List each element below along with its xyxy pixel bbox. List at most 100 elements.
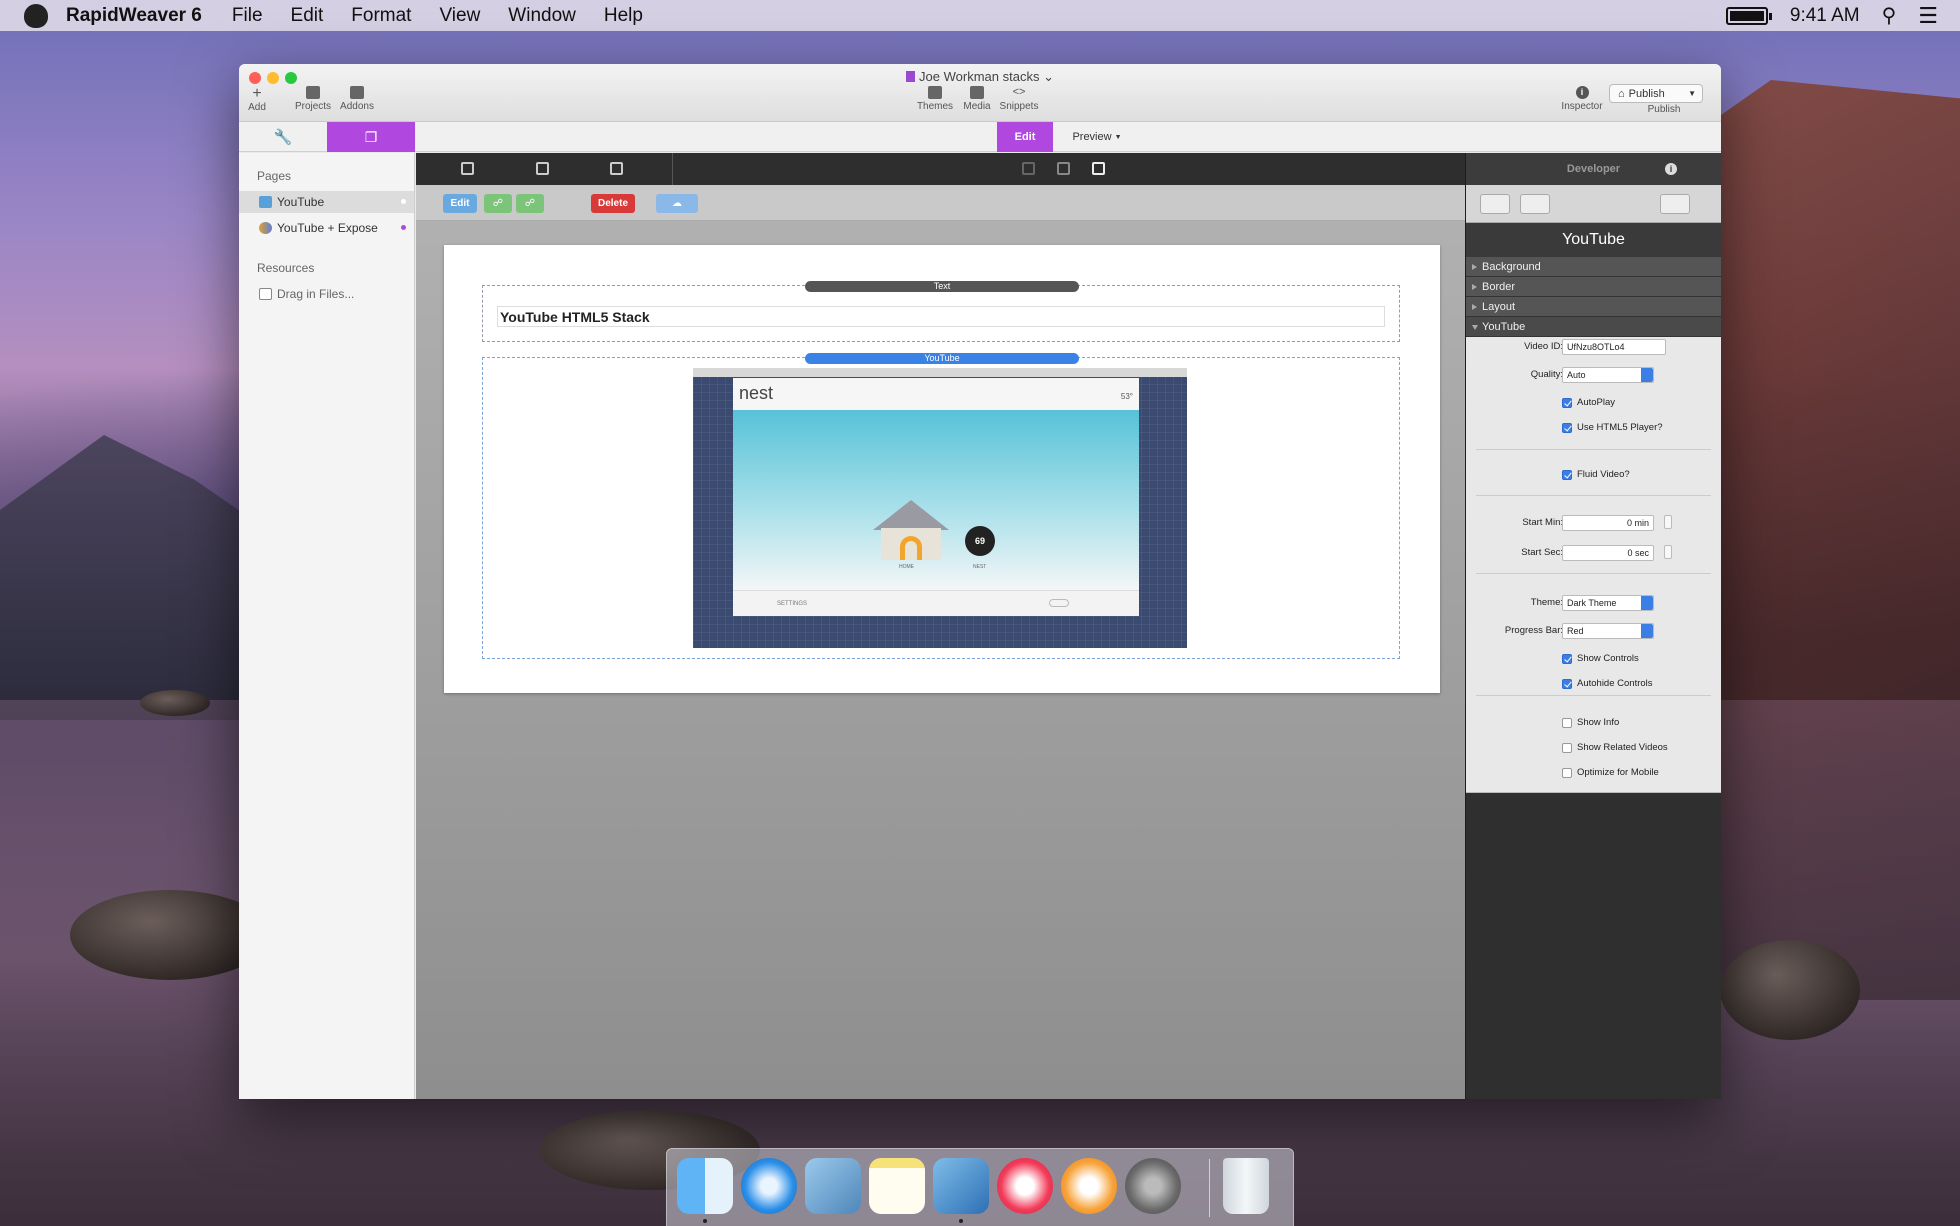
drag-in-files-item[interactable]: Drag in Files...	[239, 283, 414, 305]
add-button[interactable]: + Add	[239, 85, 281, 114]
sidebar-item-youtube[interactable]: YouTube	[239, 191, 414, 213]
menubar-clock[interactable]: 9:41 AM	[1790, 5, 1860, 27]
templates-icon[interactable]	[536, 162, 549, 175]
plus-icon: +	[252, 85, 262, 102]
show-related-row: Show Related Videos	[1466, 738, 1721, 758]
app-menu[interactable]: RapidWeaver 6	[66, 5, 202, 27]
desktop-view-icon[interactable]	[1092, 162, 1105, 175]
publish-label: Publish	[1647, 104, 1681, 115]
edit-stack-button[interactable]: Edit	[443, 194, 477, 213]
show-controls-checkbox[interactable]: Show Controls	[1562, 653, 1639, 664]
download-icon[interactable]	[1660, 194, 1690, 214]
theme-select[interactable]: Dark Theme	[1562, 595, 1654, 611]
stacks-action-bar: Edit ☍ ☍ Delete ☁	[416, 185, 1465, 221]
section-background[interactable]: Background	[1466, 257, 1721, 277]
tablet-view-icon[interactable]	[1057, 162, 1070, 175]
start-sec-stepper[interactable]	[1664, 545, 1672, 559]
page-icon	[259, 196, 272, 208]
menu-edit[interactable]: Edit	[291, 5, 324, 27]
pages-sidebar: Pages YouTube YouTube + Expose Resources…	[239, 153, 415, 1099]
safari-icon[interactable]	[741, 1158, 797, 1214]
divider	[672, 153, 673, 185]
select-arrow-icon	[1641, 624, 1653, 638]
menu-view[interactable]: View	[439, 5, 480, 27]
notification-center-icon[interactable]: ☰	[1918, 3, 1938, 29]
media-button[interactable]: Media	[953, 86, 1001, 112]
house-icon	[873, 500, 949, 560]
html5-player-checkbox[interactable]: Use HTML5 Player?	[1562, 422, 1663, 433]
page-canvas: Text YouTube HTML5 Stack YouTube nest 53…	[444, 245, 1440, 693]
edit-tab[interactable]: Edit	[997, 122, 1053, 152]
autoplay-checkbox[interactable]: AutoPlay	[1562, 397, 1615, 408]
finder-icon[interactable]	[677, 1158, 733, 1214]
unlink-icon[interactable]: ☍	[516, 194, 544, 213]
mail-icon[interactable]	[805, 1158, 861, 1214]
mobile-view-icon[interactable]	[1022, 162, 1035, 175]
menu-window[interactable]: Window	[508, 5, 576, 27]
section-youtube[interactable]: YouTube	[1466, 317, 1721, 337]
notes-icon[interactable]	[869, 1158, 925, 1214]
start-sec-field[interactable]: 0 sec	[1562, 545, 1654, 561]
menu-format[interactable]: Format	[351, 5, 411, 27]
snippets-button[interactable]: <> Snippets	[995, 86, 1043, 112]
fluid-video-checkbox[interactable]: Fluid Video?	[1562, 469, 1630, 480]
chevron-down-icon[interactable]: ▼	[1688, 89, 1696, 98]
start-min-field[interactable]: 0 min	[1562, 515, 1654, 531]
trash-icon[interactable]	[1223, 1158, 1269, 1214]
section-layout[interactable]: Layout	[1466, 297, 1721, 317]
section-border[interactable]: Border	[1466, 277, 1721, 297]
spotlight-search-icon[interactable]: ⚲	[1882, 3, 1897, 28]
wallpaper-hill	[0, 435, 260, 720]
cloud-icon[interactable]: ☁	[656, 194, 698, 213]
settings-mode-tab[interactable]: 🔧	[239, 122, 327, 152]
youtube-stack[interactable]: YouTube nest 53° 69 HOME NEST SETTINGS	[482, 353, 1400, 659]
optimize-mobile-row: Optimize for Mobile	[1466, 763, 1721, 783]
system-preferences-icon[interactable]	[1125, 1158, 1181, 1214]
nest-app-screenshot: nest 53° 69 HOME NEST SETTINGS	[733, 378, 1139, 616]
battery-icon[interactable]	[1725, 6, 1772, 25]
autoplay-row: AutoPlay	[1466, 393, 1721, 413]
youtube-stack-tag[interactable]: YouTube	[805, 353, 1079, 364]
show-info-checkbox[interactable]: Show Info	[1562, 717, 1619, 728]
projects-button[interactable]: Projects	[289, 86, 337, 112]
inspector-button[interactable]: i Inspector	[1558, 86, 1606, 112]
progress-bar-label: Progress Bar:	[1504, 625, 1563, 636]
inspector-title: YouTube	[1466, 223, 1721, 257]
themes-button[interactable]: Themes	[911, 86, 959, 112]
theme-row: Theme: Dark Theme	[1466, 593, 1721, 613]
apple-menu-icon[interactable]	[24, 3, 48, 28]
divider	[1476, 495, 1711, 496]
app-window: Joe Workman stacks ⌄ + Add Projects Addo…	[239, 64, 1721, 1099]
quality-select[interactable]: Auto	[1562, 367, 1654, 383]
menu-help[interactable]: Help	[604, 5, 643, 27]
visibility-eye-icon[interactable]	[1480, 194, 1510, 214]
menu-file[interactable]: File	[232, 5, 263, 27]
itunes-icon[interactable]	[997, 1158, 1053, 1214]
video-preview[interactable]: nest 53° 69 HOME NEST SETTINGS	[693, 368, 1187, 648]
nest-footer: SETTINGS	[733, 590, 1139, 616]
ibooks-icon[interactable]	[1061, 1158, 1117, 1214]
sidebar-item-youtube-expose[interactable]: YouTube + Expose	[239, 217, 414, 239]
show-controls-row: Show Controls	[1466, 649, 1721, 669]
stacks-library-icon[interactable]	[461, 162, 474, 175]
delete-stack-button[interactable]: Delete	[591, 194, 635, 213]
lock-icon[interactable]	[1520, 194, 1550, 214]
optimize-for-mobile-checkbox[interactable]: Optimize for Mobile	[1562, 767, 1659, 778]
autohide-controls-checkbox[interactable]: Autohide Controls	[1562, 678, 1653, 689]
text-stack-tag[interactable]: Text	[805, 281, 1079, 292]
pages-mode-tab[interactable]: ❐	[327, 122, 415, 152]
text-stack-content[interactable]: YouTube HTML5 Stack	[497, 306, 1385, 327]
xcode-icon[interactable]	[933, 1158, 989, 1214]
show-related-videos-checkbox[interactable]: Show Related Videos	[1562, 742, 1668, 753]
start-min-stepper[interactable]	[1664, 515, 1672, 529]
video-id-field[interactable]: UfNzu8OTLo4	[1562, 339, 1666, 355]
publish-button[interactable]: ⌂ Publish ▼	[1609, 84, 1703, 103]
preview-tab[interactable]: Preview ▼	[1057, 122, 1137, 152]
progress-bar-select[interactable]: Red	[1562, 623, 1654, 639]
info-icon[interactable]: i	[1665, 163, 1677, 175]
inspector-header: Developer i	[1466, 153, 1721, 185]
link-icon[interactable]: ☍	[484, 194, 512, 213]
image-icon[interactable]	[610, 162, 623, 175]
text-stack[interactable]: Text YouTube HTML5 Stack	[482, 281, 1400, 342]
addons-button[interactable]: Addons	[333, 86, 381, 112]
